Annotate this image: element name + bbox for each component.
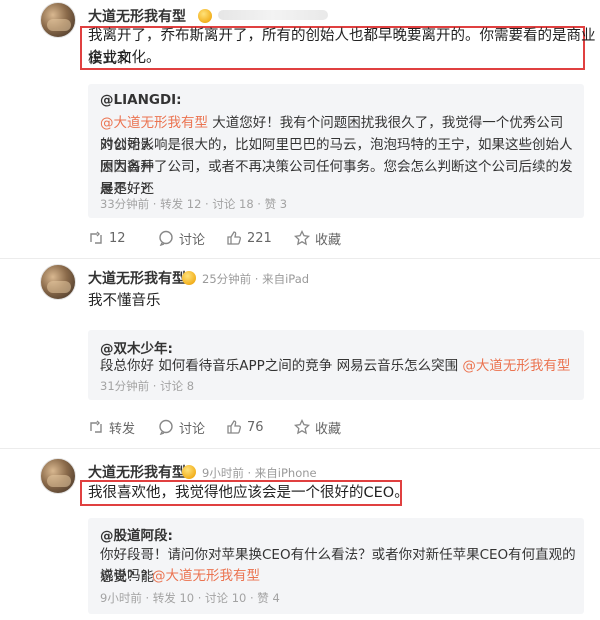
like-icon: [227, 231, 241, 245]
avatar[interactable]: [40, 2, 76, 38]
repost-card[interactable]: @股道阿段: 你好段哥！请问你对苹果换CEO有什么看法？或者你对新任苹果CEO有…: [88, 518, 584, 614]
mention-link[interactable]: @大道无形我有型: [152, 568, 260, 584]
repost-user[interactable]: @股道阿段:: [100, 524, 173, 544]
avatar[interactable]: [40, 458, 76, 494]
avatar[interactable]: [40, 264, 76, 300]
favorite-button[interactable]: 收藏: [294, 417, 341, 437]
favorite-label: 收藏: [315, 421, 342, 437]
repost-meta: 9小时前 · 转发 10 · 讨论 10 · 赞 4: [100, 591, 280, 605]
crown-badge-icon: [182, 465, 196, 479]
author-name[interactable]: 大道无形我有型: [88, 6, 186, 26]
repost-button[interactable]: 转发: [88, 417, 135, 437]
like-button[interactable]: 76: [226, 417, 264, 437]
favorite-label: 收藏: [315, 232, 342, 248]
repost-meta: 33分钟前 · 转发 12 · 讨论 18 · 赞 3: [100, 197, 288, 211]
repost-user[interactable]: @LIANGDI:: [100, 92, 182, 108]
post-text-line-1: 我不懂音乐: [88, 293, 161, 309]
like-count: 221: [247, 230, 272, 246]
repost-meta: 31分钟前 · 讨论 8: [100, 379, 195, 393]
divider: [0, 448, 600, 449]
post-meta: 9小时前 · 来自iPhone: [202, 466, 317, 480]
repost-label: 转发: [109, 421, 136, 437]
favorite-icon: [294, 419, 310, 435]
post-text-line-1: 我离开了，乔布斯离开了，所有的创始人也都早晚要离开的。你需要看的是商业模式和: [88, 28, 596, 67]
comment-label: 讨论: [179, 232, 206, 248]
repost-button[interactable]: 12: [88, 228, 126, 248]
comment-icon: [159, 230, 173, 246]
comment-icon: [159, 419, 173, 435]
author-name[interactable]: 大道无形我有型: [88, 268, 186, 288]
divider: [0, 258, 600, 259]
repost-user[interactable]: @双木少年:: [100, 337, 173, 357]
repost-card[interactable]: @LIANGDI: @大道无形我有型 大道您好！我有个问题困扰我很久了，我觉得一…: [88, 84, 584, 218]
comment-button[interactable]: 讨论: [158, 417, 205, 437]
like-count: 76: [247, 419, 264, 435]
post-text-line-2: 企业文化。: [88, 50, 161, 66]
favorite-button[interactable]: 收藏: [294, 228, 341, 248]
comment-label: 讨论: [179, 421, 206, 437]
post-meta: 25分钟前 · 来自iPad: [202, 272, 310, 286]
crown-badge-icon: [182, 271, 196, 285]
like-icon: [227, 420, 241, 434]
action-bar: 转发 讨论 76 收藏: [88, 417, 508, 437]
mention-link[interactable]: @大道无形我有型: [100, 115, 208, 131]
like-button[interactable]: 221: [226, 228, 272, 248]
favorite-icon: [294, 230, 310, 246]
post-text-line-1: 我很喜欢他，我觉得他应该会是一个很好的CEO。: [88, 485, 409, 501]
repost-card[interactable]: @双木少年: 段总你好 如何看待音乐APP之间的竞争 网易云音乐怎么突围 @大道…: [88, 330, 584, 400]
repost-icon: [90, 420, 102, 433]
crown-badge-icon: [198, 9, 212, 23]
mention-link[interactable]: @大道无形我有型: [462, 358, 570, 374]
repost-text-line-2: 说说吗? @大道无形我有型: [100, 568, 260, 584]
author-name[interactable]: 大道无形我有型: [88, 462, 186, 482]
timestamp-blurred: [218, 10, 328, 20]
repost-icon: [90, 231, 102, 244]
comment-button[interactable]: 讨论: [158, 228, 205, 248]
repost-count: 12: [109, 230, 126, 246]
action-bar: 12 讨论 221 收藏: [88, 228, 508, 248]
repost-text-line-1: 段总你好 如何看待音乐APP之间的竞争 网易云音乐怎么突围 @大道无形我有型: [100, 358, 571, 374]
